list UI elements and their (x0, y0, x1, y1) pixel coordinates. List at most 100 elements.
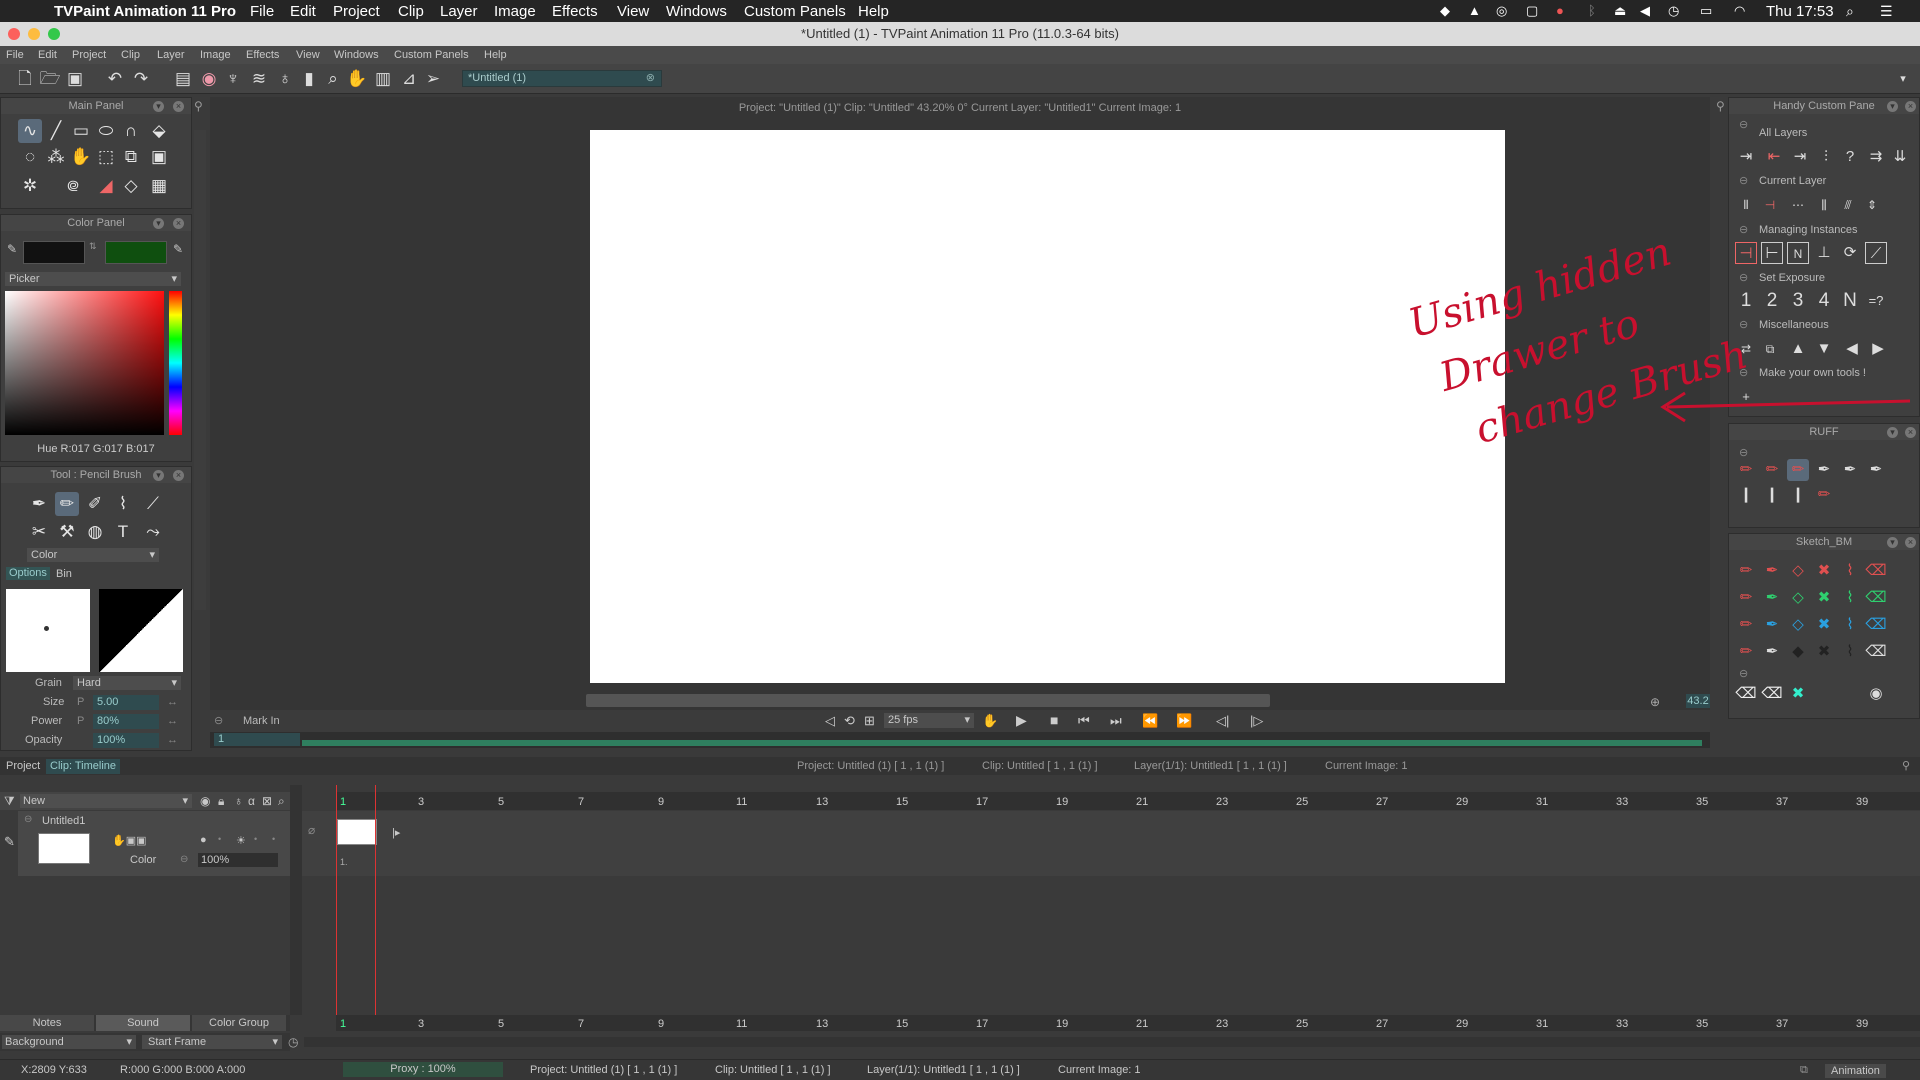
menu-project[interactable]: Project (72, 49, 106, 61)
horizontal-scrollbar[interactable] (586, 694, 1270, 707)
color-picker-square[interactable] (5, 291, 164, 435)
grain-dropdown[interactable]: Hard ▾ (73, 676, 181, 690)
clock-icon[interactable]: ◷ (288, 1035, 298, 1049)
power-pressure-toggle[interactable]: P (77, 715, 84, 727)
eyedropper-icon[interactable]: ✎ (7, 242, 17, 256)
collapse-icon[interactable]: ▾ (1887, 537, 1898, 548)
close-panel-icon[interactable]: × (173, 470, 184, 481)
sketch-pen-green-icon[interactable]: ✒ (1761, 587, 1783, 609)
opacity-stepper-icon[interactable]: ↔ (167, 734, 178, 746)
app-menu[interactable]: TVPaint Animation 11 Pro (54, 3, 236, 20)
tab-options[interactable]: Options (6, 567, 50, 580)
join-icon[interactable]: ⫻ (1837, 194, 1859, 216)
instance-diagonal-icon[interactable]: ⟋ (1865, 242, 1887, 264)
mac-menu-help[interactable]: Help (858, 3, 889, 20)
sketch-clear-black-icon[interactable]: ✖ (1813, 641, 1835, 663)
ruler-icon[interactable]: ▮ (298, 69, 320, 89)
mac-menu-layer[interactable]: Layer (440, 3, 478, 20)
sketch-pencil-red-icon[interactable]: ✏ (1735, 560, 1757, 582)
lightbulb-icon[interactable]: ♁ (234, 794, 243, 808)
marker-tool-icon[interactable]: ✐ (83, 492, 107, 516)
tab-sound[interactable]: Sound (96, 1015, 190, 1031)
flip-icon[interactable]: ⇕ (1861, 194, 1883, 216)
hue-slider[interactable] (169, 291, 182, 435)
spiral-icon[interactable]: ᪤ (61, 174, 85, 198)
close-panel-icon[interactable]: × (1905, 101, 1916, 112)
insert-right-icon[interactable]: ⇥ (1789, 146, 1811, 168)
creative-cloud-icon[interactable]: ◎ (1496, 3, 1507, 19)
ellipse-icon[interactable]: ⬭ (94, 119, 118, 143)
timeline-track[interactable]: ⌀ |▸ 1. (302, 811, 1920, 876)
tab-project[interactable]: Project (6, 761, 40, 772)
mac-menu-clip[interactable]: Clip (398, 3, 424, 20)
next-frame-icon[interactable]: ⏩ (1176, 713, 1192, 729)
pin-icon[interactable]: ⚲ (1902, 759, 1910, 772)
display-icon[interactable]: ▭ (1700, 3, 1712, 19)
transform-icon[interactable]: ⬚ (94, 145, 118, 169)
sketch-erase-blue-icon[interactable]: ⌫ (1865, 614, 1887, 636)
new-project-icon[interactable]: 🗋 (14, 69, 36, 89)
dropbox-icon[interactable]: ◆ (1440, 3, 1450, 19)
play-icon[interactable]: ▶ (1016, 712, 1027, 729)
section-toggle-icon[interactable]: ⊖ (1739, 271, 1748, 284)
pin-icon[interactable]: ⚲ (194, 99, 203, 113)
close-panel-icon[interactable]: × (173, 101, 184, 112)
record-icon[interactable]: ● (1556, 3, 1564, 18)
power-field[interactable]: 80% (93, 714, 159, 729)
proxy-indicator[interactable]: Proxy : 100% (343, 1062, 503, 1077)
sketch-eraser-icon[interactable]: ⌫ (1761, 683, 1783, 705)
line-icon[interactable]: ╱ (44, 119, 68, 143)
sketch-fill-red-icon[interactable]: ◇ (1787, 560, 1809, 582)
tool-mode-dropdown[interactable]: Color ▾ (27, 548, 159, 562)
opacity-field[interactable]: 100% (93, 733, 159, 748)
first-frame-icon[interactable]: ⏮ (1078, 713, 1090, 729)
up-triangle-icon[interactable]: ▲ (1787, 338, 1809, 360)
instance-remove-icon[interactable]: ⊣ (1735, 242, 1757, 264)
stop-icon[interactable]: ■ (1050, 712, 1058, 728)
start-frame-dropdown[interactable]: Start Frame ▾ (142, 1035, 282, 1049)
bezier-icon[interactable]: ∩ (119, 119, 143, 143)
graph-icon[interactable]: ⊿ (398, 69, 420, 89)
visibility-eye-icon[interactable]: ◉ (1865, 683, 1887, 705)
camera-icon[interactable]: ▣ (147, 145, 171, 169)
time-machine-icon[interactable]: ◷ (1668, 3, 1679, 19)
mac-menu-project[interactable]: Project (333, 3, 380, 20)
collapse-icon[interactable]: ▾ (153, 218, 164, 229)
instance-tree-icon[interactable]: ⊥ (1813, 242, 1835, 264)
crop-icon[interactable]: ⧉ (119, 145, 143, 169)
mark-in-label[interactable]: Mark In (243, 716, 280, 727)
magic-wand-icon[interactable]: ⁂ (44, 145, 68, 169)
close-panel-icon[interactable]: × (173, 218, 184, 229)
menu-help[interactable]: Help (484, 49, 507, 61)
ruff-pen-3-icon[interactable]: ✒ (1865, 459, 1887, 481)
menu-effects[interactable]: Effects (246, 49, 279, 61)
text-tool-icon[interactable]: T (111, 520, 135, 544)
menu-file[interactable]: File (6, 49, 24, 61)
pressure-curve[interactable] (99, 589, 183, 672)
insert-left-icon[interactable]: ⇥ (1735, 146, 1757, 168)
minimize-window-icon[interactable] (28, 28, 40, 40)
project-tab[interactable]: *Untitled (1) ⊗ (462, 70, 662, 87)
sketch-clear-green-icon[interactable]: ✖ (1813, 587, 1835, 609)
instance-add-icon[interactable]: ⊢ (1761, 242, 1783, 264)
menu-windows[interactable]: Windows (334, 49, 379, 61)
sketch-pencil-green-icon[interactable]: ✏ (1735, 587, 1757, 609)
sketch-erase-black-icon[interactable]: ⌫ (1865, 641, 1887, 663)
ruff-brush-3-icon[interactable]: ✏ (1787, 459, 1809, 481)
collapse-icon[interactable]: ▾ (153, 470, 164, 481)
brush-tool-icon[interactable]: ⌇ (111, 492, 135, 516)
lock-icon[interactable]: 🔒︎ (218, 794, 224, 809)
smudge-tool-icon[interactable]: ✂ (27, 520, 51, 544)
sketch-pencil-blue-icon[interactable]: ✏ (1735, 614, 1757, 636)
hand-icon[interactable]: ✋ (346, 69, 368, 89)
exposure-2-button[interactable]: 2 (1761, 290, 1783, 312)
layer-color-icon[interactable]: ⊖ (180, 854, 188, 865)
move-down-icon[interactable]: ⇊ (1889, 146, 1911, 168)
sketch-pencil-black-icon[interactable]: ✏ (1735, 641, 1757, 663)
layer-collapse-icon[interactable]: ⊖ (24, 814, 32, 825)
mark-out-icon[interactable]: ◁| (1216, 713, 1229, 729)
animation-mode-icon[interactable]: ⧉ (1800, 1064, 1808, 1077)
swap-colors-icon[interactable]: ⇅ (89, 241, 97, 252)
pin-icon[interactable]: ⚲ (1716, 99, 1725, 113)
sketch-erase-red-icon[interactable]: ⌫ (1865, 560, 1887, 582)
